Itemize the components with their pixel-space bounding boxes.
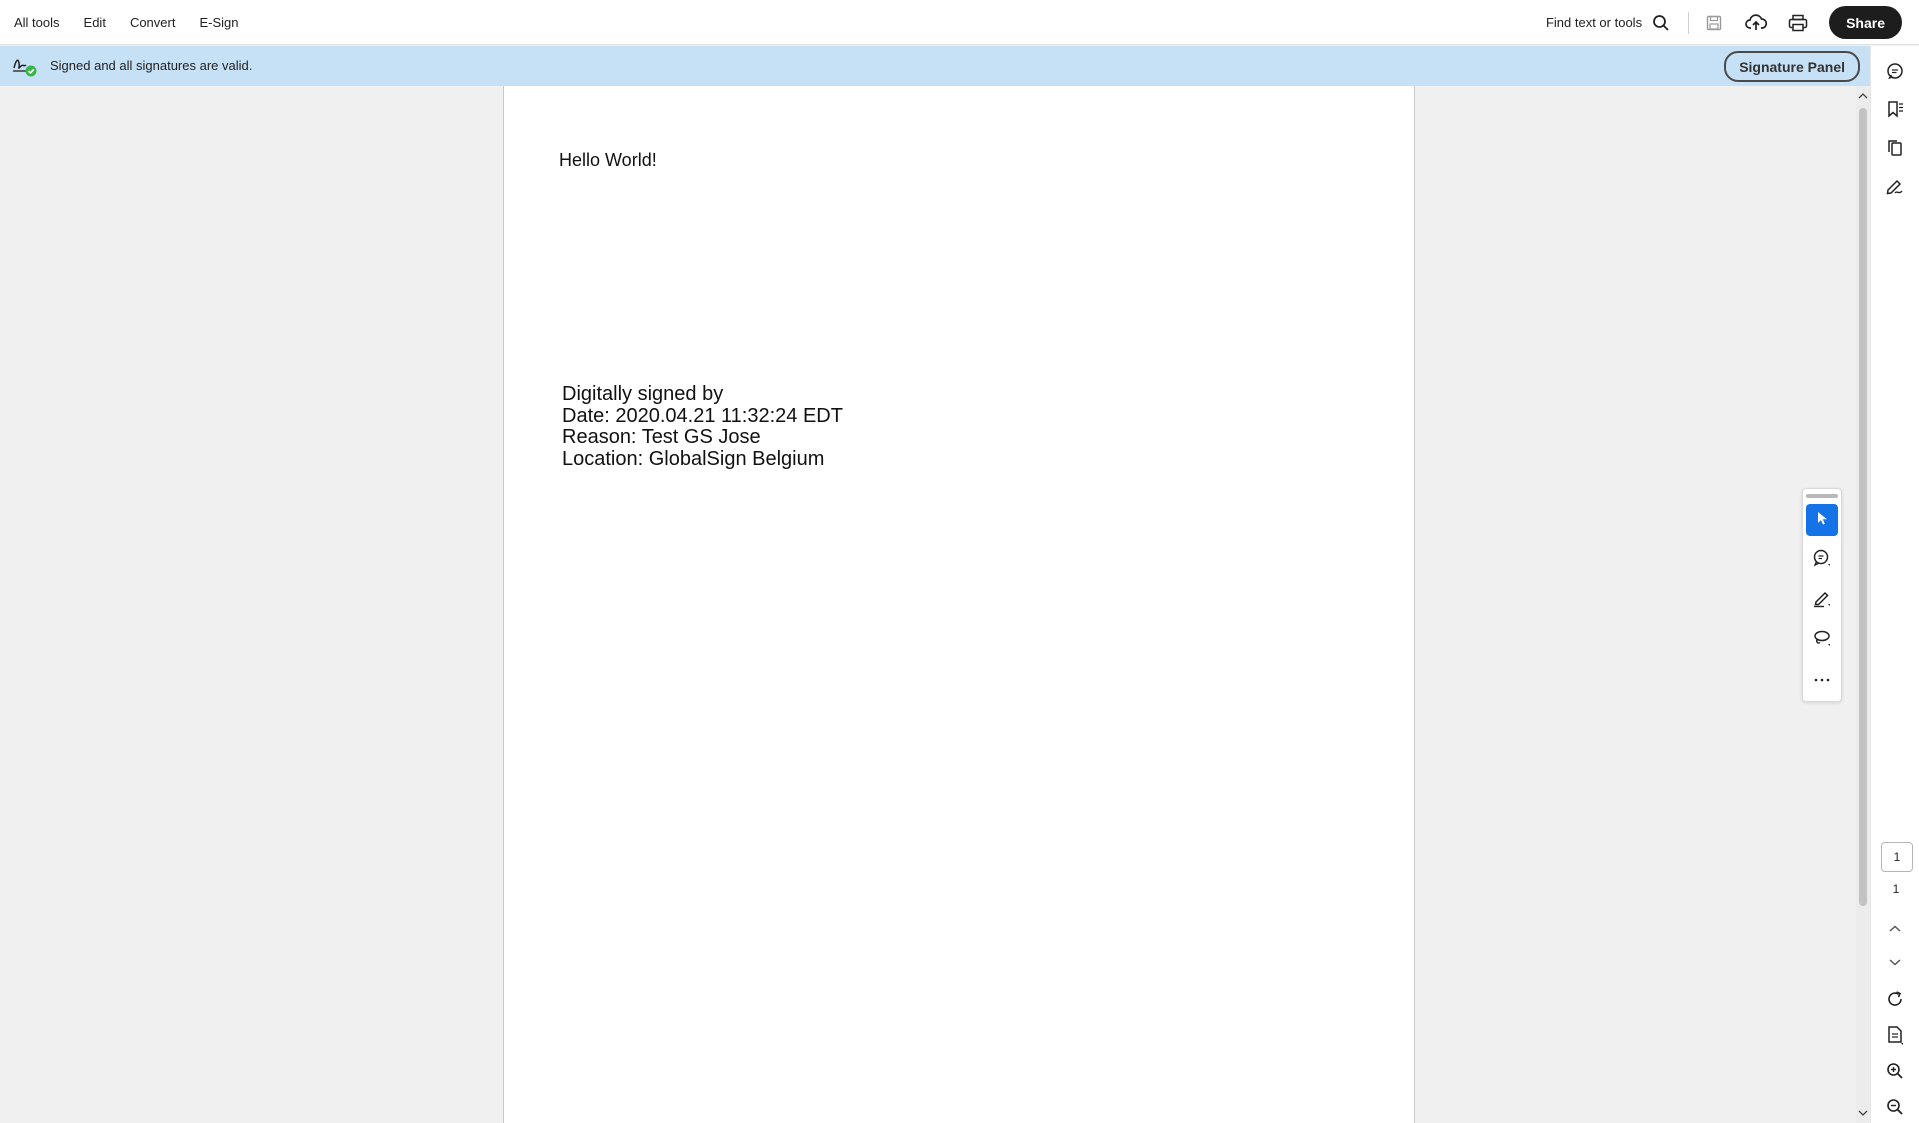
signature-appearance[interactable]: Digitally signed by Date: 2020.04.21 11:… bbox=[562, 383, 843, 470]
comment-icon[interactable] bbox=[1884, 60, 1906, 82]
pdf-page[interactable]: Hello World! Digitally signed by Date: 2… bbox=[503, 86, 1415, 1123]
signature-panel-button[interactable]: Signature Panel bbox=[1724, 51, 1860, 82]
menu-edit[interactable]: Edit bbox=[84, 15, 106, 30]
comment-icon bbox=[1812, 548, 1832, 573]
signature-line: Reason: Test GS Jose bbox=[562, 426, 761, 448]
right-side-rail: 1 1 bbox=[1870, 46, 1919, 1123]
document-viewport[interactable]: Hello World! Digitally signed by Date: 2… bbox=[0, 86, 1856, 1123]
pages-icon[interactable] bbox=[1884, 137, 1906, 159]
previous-page-icon[interactable] bbox=[1884, 918, 1906, 940]
save-icon[interactable] bbox=[1703, 12, 1725, 34]
main-menu: All tools Edit Convert E-Sign bbox=[14, 0, 239, 45]
menu-convert[interactable]: Convert bbox=[130, 15, 176, 30]
toolbar-actions: Find text or tools Share bbox=[1546, 0, 1902, 45]
more-horizontal-icon bbox=[1814, 669, 1830, 687]
signature-line: Date: 2020.04.21 11:32:24 EDT bbox=[562, 404, 843, 427]
signature-line: Location: GlobalSign Belgium bbox=[562, 447, 825, 470]
find-text-label[interactable]: Find text or tools bbox=[1546, 15, 1642, 30]
zoom-out-icon[interactable] bbox=[1884, 1096, 1906, 1118]
fill-sign-icon[interactable] bbox=[1884, 176, 1906, 198]
lasso-draw-icon bbox=[1812, 628, 1832, 653]
highlighter-pen-icon bbox=[1812, 588, 1832, 613]
bookmark-icon[interactable] bbox=[1884, 98, 1906, 120]
select-tool-button[interactable] bbox=[1806, 504, 1838, 536]
signature-valid-icon bbox=[12, 54, 38, 78]
signature-status-text: Signed and all signatures are valid. bbox=[50, 58, 253, 73]
quick-tools-toolbar bbox=[1802, 488, 1842, 702]
toolbar-divider bbox=[1688, 11, 1690, 34]
menu-all-tools[interactable]: All tools bbox=[14, 15, 60, 30]
draw-tool-button[interactable] bbox=[1806, 624, 1838, 656]
total-pages-label: 1 bbox=[1892, 882, 1900, 896]
rotate-icon[interactable] bbox=[1884, 988, 1906, 1010]
upload-icon[interactable] bbox=[1745, 12, 1768, 34]
page-text-hello: Hello World! bbox=[559, 150, 657, 170]
search-icon[interactable] bbox=[1650, 12, 1672, 34]
menu-e-sign[interactable]: E-Sign bbox=[199, 15, 238, 30]
vertical-scrollbar[interactable] bbox=[1856, 86, 1870, 1123]
page-document-icon[interactable] bbox=[1884, 1024, 1906, 1046]
scrollbar-thumb[interactable] bbox=[1859, 108, 1867, 906]
current-page-input[interactable]: 1 bbox=[1881, 842, 1913, 872]
cursor-icon bbox=[1814, 510, 1830, 531]
add-comment-tool-button[interactable] bbox=[1806, 544, 1838, 576]
toolbar-drag-handle[interactable] bbox=[1806, 494, 1838, 498]
signature-status-bar: Signed and all signatures are valid. Sig… bbox=[0, 46, 1870, 86]
more-tools-button[interactable] bbox=[1806, 662, 1838, 694]
next-page-icon[interactable] bbox=[1884, 951, 1906, 973]
scroll-down-arrow-icon[interactable] bbox=[1858, 1109, 1868, 1119]
scroll-up-arrow-icon[interactable] bbox=[1858, 92, 1868, 102]
signature-line: Digitally signed by bbox=[562, 383, 724, 405]
print-icon[interactable] bbox=[1787, 12, 1809, 34]
top-toolbar: All tools Edit Convert E-Sign Find text … bbox=[0, 0, 1919, 45]
zoom-in-icon[interactable] bbox=[1884, 1060, 1906, 1082]
share-button[interactable]: Share bbox=[1829, 6, 1902, 39]
highlight-tool-button[interactable] bbox=[1806, 584, 1838, 616]
